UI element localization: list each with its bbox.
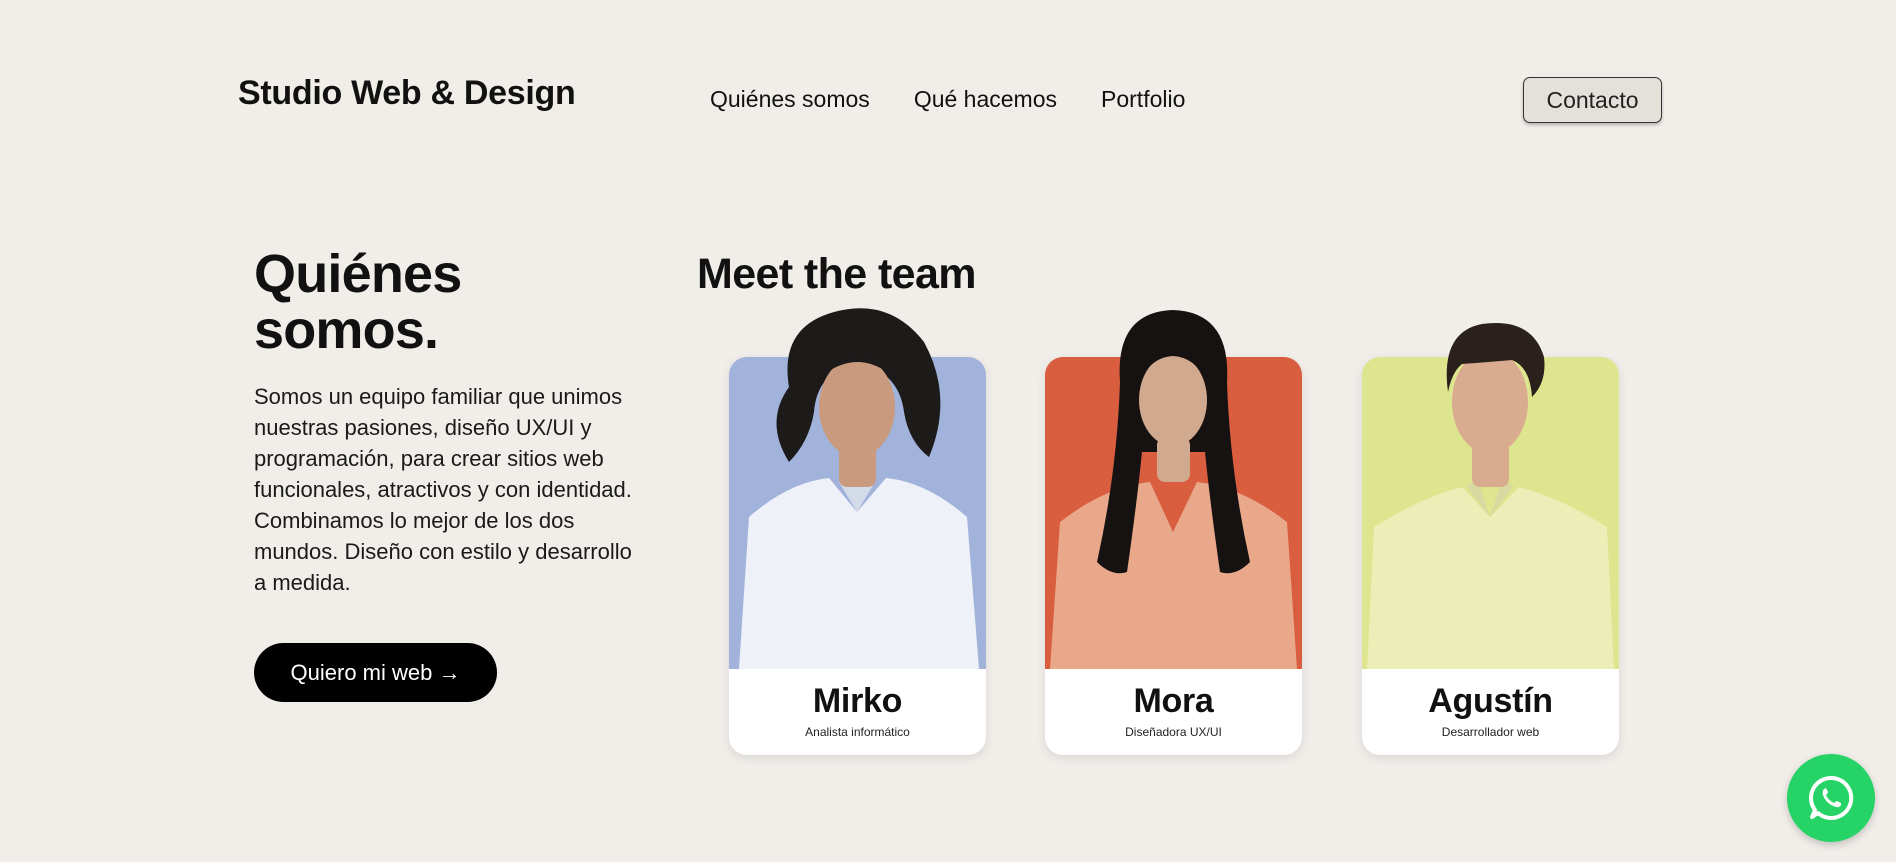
about-heading: Quiénes somos. <box>254 244 462 360</box>
nav-portfolio[interactable]: Portfolio <box>1101 86 1185 113</box>
about-intro: Somos un equipo familiar que unimos nues… <box>254 381 634 598</box>
main-nav: Quiénes somos Qué hacemos Portfolio <box>710 86 1185 113</box>
nav-que-hacemos[interactable]: Qué hacemos <box>914 86 1057 113</box>
whatsapp-button[interactable] <box>1787 754 1875 842</box>
card-info: Mora Diseñadora UX/UI <box>1045 669 1302 755</box>
member-role: Diseñadora UX/UI <box>1125 725 1222 739</box>
team-photo-mora <box>1050 310 1297 669</box>
contact-button[interactable]: Contacto <box>1523 77 1662 123</box>
card-info: Agustín Desarrollador web <box>1362 669 1619 755</box>
nav-quienes-somos[interactable]: Quiénes somos <box>710 86 870 113</box>
quiero-mi-web-button[interactable]: Quiero mi web → <box>254 643 497 702</box>
about-paragraph-2: Combinamos lo mejor de los dos mundos. D… <box>254 508 632 595</box>
brand-logo[interactable]: Studio Web & Design <box>238 74 576 113</box>
team-card-mirko: Mirko Analista informático <box>729 308 986 755</box>
team-photo-agustin <box>1367 322 1614 669</box>
team-card-mora: Mora Diseñadora UX/UI <box>1045 310 1302 755</box>
member-role: Analista informático <box>805 725 910 739</box>
team-title: Meet the team <box>697 250 977 298</box>
member-name: Mirko <box>812 682 903 720</box>
member-name: Mora <box>1133 682 1214 720</box>
team-card-agustin: Agustín Desarrollador web <box>1362 322 1619 755</box>
member-name: Agustín <box>1428 682 1553 720</box>
about-paragraph-1: Somos un equipo familiar que unimos nues… <box>254 384 632 502</box>
whatsapp-icon <box>1809 775 1854 820</box>
team-photo-mirko <box>739 308 979 669</box>
card-info: Mirko Analista informático <box>729 669 986 755</box>
member-role: Desarrollador web <box>1441 725 1540 739</box>
